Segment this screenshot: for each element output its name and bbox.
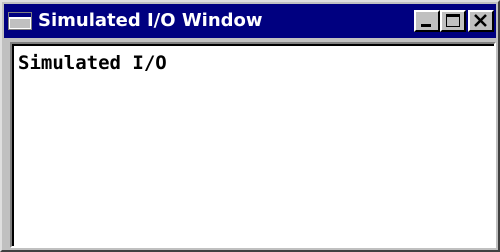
io-output-inner-border: Simulated I/O (12, 44, 494, 246)
io-output-text: Simulated I/O (18, 52, 167, 74)
simulated-io-window: Simulated I/O Window Simulated I/O (0, 0, 500, 252)
maximize-button[interactable] (440, 10, 466, 32)
minimize-button[interactable] (414, 10, 440, 32)
window-app-icon[interactable] (8, 12, 32, 30)
window-title: Simulated I/O Window (38, 10, 263, 31)
io-output-area[interactable]: Simulated I/O (10, 42, 496, 248)
close-icon (474, 14, 487, 27)
close-button[interactable] (468, 10, 494, 32)
minimize-icon (421, 24, 431, 27)
maximize-icon (446, 14, 460, 27)
title-bar[interactable]: Simulated I/O Window (4, 4, 496, 38)
